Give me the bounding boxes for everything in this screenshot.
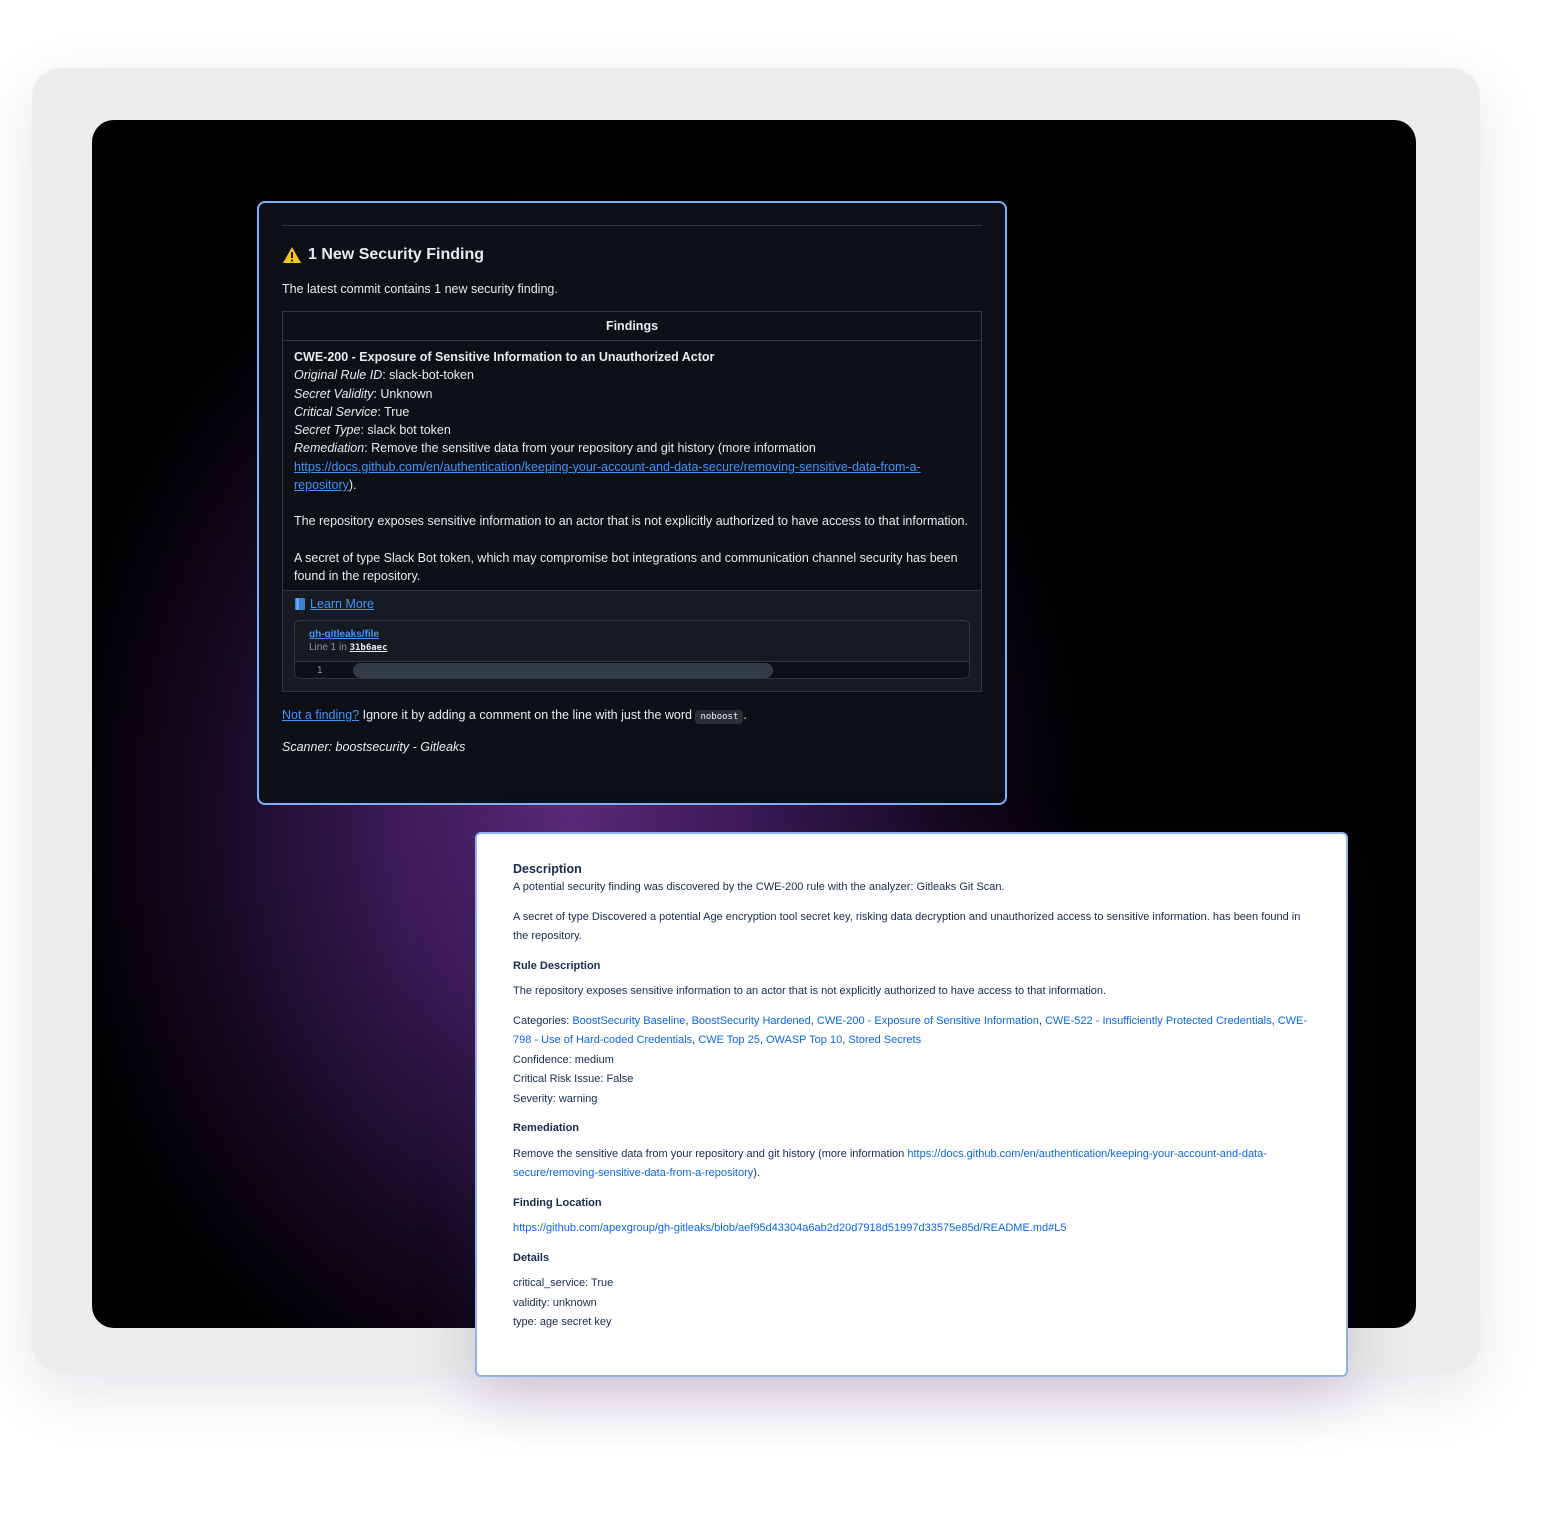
finding-body: CWE-200 - Exposure of Sensitive Informat… [283, 341, 981, 590]
field-value: : slack bot token [360, 423, 451, 438]
finding-field: Remediation: Remove the sensitive data f… [294, 439, 970, 457]
book-icon [295, 598, 305, 611]
divider [282, 225, 982, 226]
critical-risk: Critical Risk Issue: False [513, 1073, 634, 1085]
findings-header: Findings [283, 312, 981, 341]
field-value: : Remove the sensitive data from your re… [364, 441, 816, 456]
finding-field: Critical Service: True [294, 403, 970, 421]
category-link[interactable]: BoostSecurity Hardened [692, 1015, 811, 1027]
category-link[interactable]: BoostSecurity Baseline [572, 1015, 685, 1027]
redacted-code [353, 662, 773, 678]
field-label: Critical Service [294, 404, 378, 419]
warning-triangle-icon [283, 247, 301, 263]
detail-item: type: age secret key [513, 1316, 612, 1328]
title-text: 1 New Security Finding [308, 246, 485, 263]
description-heading: Description [513, 862, 582, 876]
category-link[interactable]: CWE Top 25 [698, 1034, 760, 1046]
description-1: A potential security finding was discove… [513, 881, 1005, 893]
line-number: 1 [317, 664, 323, 676]
category-link[interactable]: CWE-200 - Exposure of Sensitive Informat… [817, 1015, 1039, 1027]
field-value: : slack-bot-token [382, 368, 474, 383]
remediation-link[interactable]: https://docs.github.com/en/authenticatio… [294, 460, 921, 492]
categories: Categories: BoostSecurity Baseline, Boos… [513, 1014, 1308, 1047]
field-label: Secret Validity [294, 386, 374, 401]
remediation-body: Remove the sensitive data from your repo… [513, 1147, 908, 1160]
comment-title: 1 New Security Finding [282, 246, 982, 264]
finding-field: Secret Type: slack bot token [294, 421, 970, 439]
detail-item: validity: unknown [513, 1296, 597, 1309]
paragraph-2: A secret of type Slack Bot token, which … [294, 550, 958, 583]
learn-more-link[interactable]: Learn More [294, 597, 374, 611]
learn-more-label: Learn More [310, 597, 374, 612]
field-label: Remediation [294, 441, 365, 456]
keyword-code: noboost [695, 710, 744, 725]
location-link[interactable]: https://github.com/apexgroup/gh-gitleaks… [513, 1222, 1066, 1234]
not-a-finding-link[interactable]: Not a finding? [282, 708, 359, 722]
category-link[interactable]: Stored Secrets [848, 1034, 921, 1046]
intro-text: The latest commit contains 1 new securit… [282, 282, 558, 296]
categories-label: Categories: [513, 1014, 573, 1027]
rule-text: The repository exposes sensitive informa… [513, 985, 1107, 997]
code-snippet: gh-gitleaks/file Line 1 in 31b6aec 1 [294, 620, 970, 680]
remediation-text: Remove the sensitive data from your repo… [513, 1145, 1310, 1184]
punct: ). [753, 1167, 760, 1179]
severity: Severity: warning [513, 1092, 598, 1105]
category-link[interactable]: CWE-522 - Insufficiently Protected Crede… [1045, 1015, 1272, 1027]
category-link[interactable]: OWASP Top 10 [766, 1034, 842, 1046]
remediation-heading: Remediation [513, 1122, 580, 1134]
paragraph-1: The repository exposes sensitive informa… [294, 514, 968, 529]
rule-heading: Rule Description [513, 959, 601, 972]
scanner-label: Scanner: boostsecurity - Gitleaks [282, 740, 466, 755]
finding-footer: Learn More gh-gitleaks/file Line 1 in 31… [283, 590, 981, 692]
finding-field: Original Rule ID: slack-bot-token [294, 366, 970, 384]
finding-field: Secret Validity: Unknown [294, 385, 970, 403]
note-text: Ignore it by adding a comment on the lin… [359, 708, 696, 723]
pr-comment-card: 1 New Security Finding The latest commit… [257, 201, 1007, 805]
findings-table: Findings CWE-200 - Exposure of Sensitive… [282, 311, 982, 693]
detail-item: critical_service: True [513, 1277, 614, 1289]
punct: ). [348, 478, 357, 493]
description-2: A secret of type Discovered a potential … [513, 910, 1301, 943]
code-line: 1 [295, 661, 969, 679]
confidence: Confidence: medium [513, 1053, 614, 1066]
punct: . [743, 708, 747, 723]
file-link[interactable]: gh-gitleaks/file [309, 629, 379, 640]
location-heading: Finding Location [513, 1196, 602, 1209]
field-label: Original Rule ID [294, 368, 383, 383]
commit-link[interactable]: 31b6aec [350, 643, 388, 653]
finding-title: CWE-200 - Exposure of Sensitive Informat… [294, 350, 715, 364]
ignore-note: Not a finding? Ignore it by adding a com… [282, 708, 982, 725]
line-prefix: Line 1 in [309, 642, 350, 654]
finding-details-panel: Description A potential security finding… [475, 832, 1348, 1377]
field-value: : Unknown [373, 386, 433, 401]
details-heading: Details [513, 1251, 550, 1264]
field-value: : True [377, 404, 410, 419]
field-label: Secret Type [294, 423, 361, 438]
